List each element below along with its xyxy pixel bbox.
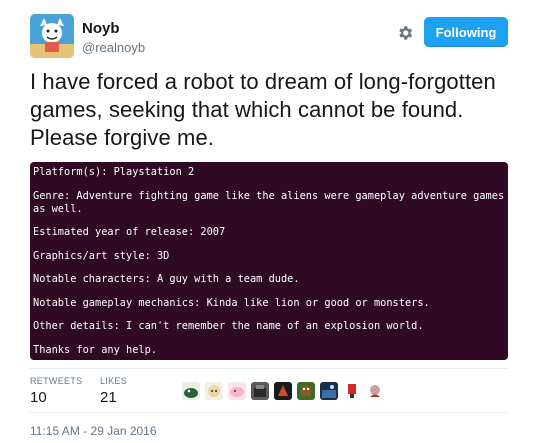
user-handle[interactable]: @realnoyb (82, 40, 145, 55)
liker-avatar[interactable] (366, 382, 384, 400)
avatar-image (30, 14, 74, 58)
likes-label: LIKES (100, 376, 128, 386)
divider (30, 368, 508, 369)
terminal-line: Other details: I can't remember the name… (33, 320, 424, 332)
terminal-line: Genre: Adventure fighting game like the … (33, 189, 511, 215)
terminal-line: Notable characters: A guy with a team du… (33, 273, 300, 285)
divider (30, 412, 508, 413)
terminal-line: Notable gameplay mechanics: Kinda like l… (33, 296, 430, 309)
liker-avatar[interactable] (251, 382, 269, 400)
gear-icon[interactable] (396, 24, 414, 42)
retweets-stat[interactable]: RETWEETS 10 (30, 376, 82, 406)
likes-stat[interactable]: LIKES 21 (100, 376, 127, 406)
terminal-line: Estimated year of release: 2007 (33, 226, 226, 238)
liker-avatar[interactable] (182, 382, 200, 400)
tweet-text: I have forced a robot to dream of long-f… (30, 69, 496, 150)
liker-avatar[interactable] (343, 382, 361, 400)
avatar[interactable] (30, 14, 74, 58)
terminal-line: Platform(s): Playstation 2 (33, 166, 195, 178)
liker-avatar[interactable] (320, 382, 338, 400)
terminal-line: Thanks for any help. (33, 343, 157, 356)
following-button[interactable]: Following (424, 17, 508, 47)
liker-avatar[interactable] (205, 382, 223, 400)
display-name[interactable]: Noyb (82, 20, 120, 37)
liker-avatar[interactable] (274, 382, 292, 400)
terminal-image: Platform(s): Playstation 2 Genre: Advent… (30, 162, 508, 360)
liker-avatar[interactable] (228, 382, 246, 400)
likes-count: 21 (100, 389, 117, 406)
retweets-count: 10 (30, 389, 47, 406)
liker-avatars (182, 382, 384, 400)
liker-avatar[interactable] (297, 382, 315, 400)
terminal-line: Graphics/art style: 3D (33, 249, 170, 262)
retweets-label: RETWEETS (30, 376, 83, 386)
tweet-timestamp[interactable]: 11:15 AM - 29 Jan 2016 (30, 424, 157, 438)
